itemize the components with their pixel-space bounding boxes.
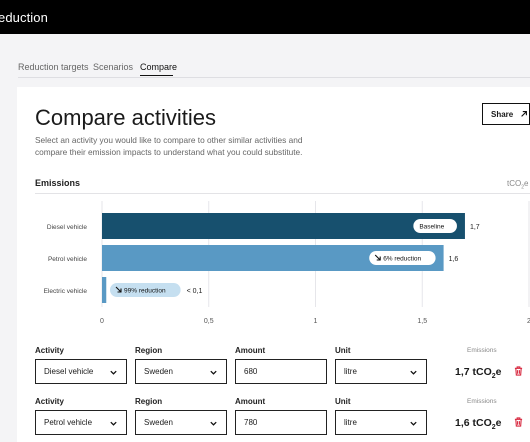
activity-select-value: Diesel vehicle — [44, 367, 94, 376]
compare-card: Compare activities Select an activity yo… — [17, 87, 530, 442]
share-button[interactable]: Share — [482, 103, 530, 125]
chevron-down-icon — [410, 370, 417, 375]
category-label: Electric vehicle — [44, 288, 88, 295]
activity-select-value: Petrol vehicle — [44, 418, 93, 427]
bar — [102, 277, 107, 303]
bar-value-label: 1,7 — [470, 224, 480, 231]
category-label: Diesel vehicle — [47, 224, 87, 231]
tab-reduction-targets[interactable]: Reduction targets — [18, 62, 89, 72]
bar-badge-label: 99% reduction — [124, 288, 166, 295]
activity-column-label: Activity — [35, 397, 64, 406]
chevron-down-icon — [410, 421, 417, 426]
emission-value: 1,7 tCO2e — [455, 366, 502, 381]
chevron-down-icon — [110, 421, 117, 426]
app-header: eduction — [0, 0, 530, 34]
unit-column-label: Unit — [335, 397, 351, 406]
tab-scenarios[interactable]: Scenarios — [93, 62, 133, 72]
category-label: Petrol vehicle — [48, 256, 87, 263]
trash-icon[interactable] — [514, 417, 523, 427]
trash-icon[interactable] — [514, 366, 523, 376]
amount-column-label: Amount — [235, 346, 266, 355]
amount-input[interactable]: 680 — [235, 359, 327, 384]
region-column-label: Region — [135, 397, 163, 406]
x-tick-label: 0,5 — [204, 318, 214, 325]
unit-select[interactable]: litre — [335, 359, 427, 384]
emissions-column-label: Emissions — [467, 347, 497, 354]
emission-value: 1,6 tCO2e — [455, 417, 502, 432]
activity-column-label: Activity — [35, 346, 64, 355]
bar-badge-label: 6% reduction — [383, 256, 421, 263]
region-column-label: Region — [135, 346, 163, 355]
chevron-down-icon — [210, 370, 217, 375]
chevron-down-icon — [210, 421, 217, 426]
emissions-section-title: Emissions — [35, 178, 81, 188]
activity-select[interactable]: Petrol vehicle — [35, 410, 127, 435]
region-select[interactable]: Sweden — [135, 410, 227, 435]
amount-input-value: 680 — [244, 367, 258, 376]
unit-column-label: Unit — [335, 346, 351, 355]
region-select-value: Sweden — [144, 367, 173, 376]
tabs-divider — [18, 77, 530, 78]
app-title: eduction — [0, 10, 48, 25]
bar-badge-label: Baseline — [419, 224, 444, 231]
tab-compare[interactable]: Compare — [140, 62, 177, 72]
activity-select[interactable]: Diesel vehicle — [35, 359, 127, 384]
bar-value-label: 1,6 — [449, 256, 459, 263]
x-tick-label: 1 — [314, 318, 318, 325]
x-tick-label: 0 — [100, 318, 104, 325]
section-divider — [35, 193, 530, 194]
chevron-down-icon — [110, 370, 117, 375]
page-title: Compare activities — [35, 105, 216, 130]
region-select[interactable]: Sweden — [135, 359, 227, 384]
active-tab-indicator — [140, 75, 173, 76]
emissions-chart: 0 0,5 1 1,5 2Diesel vehicle Baseline 1,7Petrol… — [44, 201, 530, 325]
bar — [102, 213, 465, 239]
amount-input[interactable]: 780 — [235, 410, 327, 435]
region-select-value: Sweden — [144, 418, 173, 427]
amount-input-value: 780 — [244, 418, 258, 427]
bar-value-label: < 0,1 — [187, 288, 203, 295]
emissions-column-label: Emissions — [467, 398, 497, 405]
unit-select-value: litre — [344, 367, 357, 376]
x-tick-label: 1,5 — [417, 318, 427, 325]
share-label: Share — [491, 109, 514, 119]
page-description: Select an activity you would like to com… — [35, 135, 303, 157]
unit-select-value: litre — [344, 418, 357, 427]
unit-select[interactable]: litre — [335, 410, 427, 435]
amount-column-label: Amount — [235, 397, 266, 406]
arrow-up-right-icon — [521, 111, 528, 117]
emissions-unit: tCO2e — [507, 179, 529, 191]
